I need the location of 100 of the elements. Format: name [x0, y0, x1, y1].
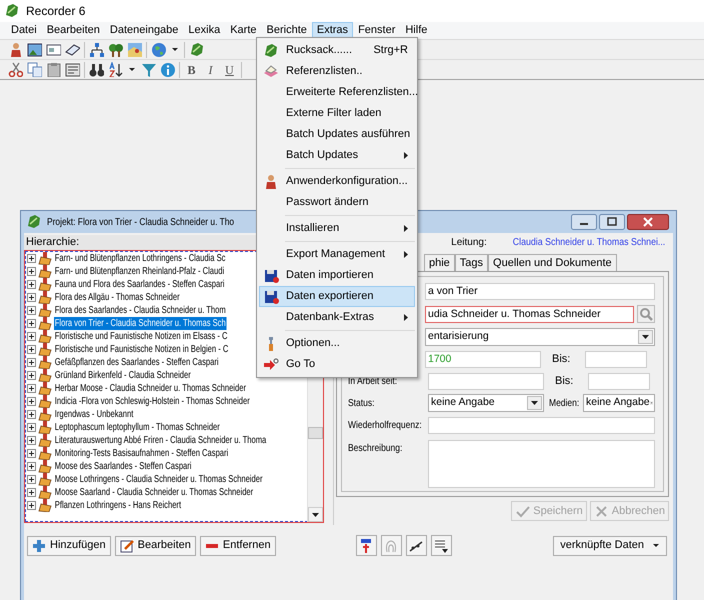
copy-icon[interactable]: [27, 62, 42, 77]
menu-item[interactable]: Batch Updates: [259, 145, 415, 166]
format-button[interactable]: I: [201, 60, 220, 80]
tree-item[interactable]: Monitoring-Tests Basisaufnahmen - Steffen Caspari: [54, 447, 229, 460]
menu-item[interactable]: Batch Updates ausführen: [259, 124, 415, 145]
tree-item[interactable]: Moose Lothringens - Claudia Schneider u. Thomas Schneider: [54, 473, 264, 486]
tree-item[interactable]: Fauna und Flora des Saarlandes - Steffen Caspari: [54, 278, 226, 291]
tree-item[interactable]: Moose des Saarlandes - Steffen Caspari: [54, 460, 192, 473]
filter-icon[interactable]: [141, 62, 156, 77]
expand-icon[interactable]: [27, 293, 36, 302]
action-button[interactable]: Entfernen: [200, 536, 276, 556]
scissors-icon[interactable]: [8, 62, 23, 77]
menu-item[interactable]: Hilfe: [400, 22, 432, 39]
expand-icon[interactable]: [27, 371, 36, 380]
expand-icon[interactable]: [27, 332, 36, 341]
clipboard-icon[interactable]: [46, 62, 61, 77]
info-icon[interactable]: [160, 62, 175, 77]
menu-item[interactable]: Externe Filter laden: [259, 103, 415, 124]
format-button[interactable]: B: [182, 60, 201, 80]
menu-item[interactable]: Lexika: [183, 22, 226, 39]
tree-item[interactable]: Gefäßpflanzen des Saarlandes - Steffen Caspari: [54, 356, 220, 369]
menu-item[interactable]: Karte: [225, 22, 262, 39]
dropdown[interactable]: entarisierung: [425, 328, 655, 346]
hierarchy-icon[interactable]: [89, 42, 104, 57]
form-icon[interactable]: [65, 62, 80, 77]
menu-item[interactable]: Dateneingabe: [104, 22, 184, 39]
linked-data-button[interactable]: verknüpfte Daten: [553, 536, 667, 556]
tree-item[interactable]: Floristische und Faunistische Notizen in Belgien - C: [54, 343, 230, 356]
person-icon[interactable]: [8, 42, 23, 57]
tree-item[interactable]: Indicia -Flora von Schleswig-Holstein - Thomas Schneider: [54, 395, 251, 408]
tree-item[interactable]: Flora von Trier - Claudia Schneider u. Thomas Sch: [54, 317, 226, 330]
tree-item[interactable]: Flora des Saarlandes - Claudia Schneider u. Thom: [54, 304, 226, 317]
tree-item[interactable]: Farn- und Blütenpflanzen Lothringens - Claudia Sc: [54, 252, 226, 265]
expand-icon[interactable]: [27, 436, 36, 445]
menu-item[interactable]: Daten exportieren: [259, 286, 415, 307]
leader-link[interactable]: Claudia Schneider u. Thomas Schnei...: [512, 234, 665, 250]
expand-icon[interactable]: [27, 254, 36, 263]
trees-icon[interactable]: [108, 42, 123, 57]
action-button[interactable]: Bearbeiten: [114, 536, 196, 556]
binoculars-icon[interactable]: [89, 62, 104, 77]
tree-item[interactable]: Moose Saarland - Claudia Schneider u. Thomas Schneider: [54, 486, 254, 499]
expand-icon[interactable]: [27, 345, 36, 354]
minimize-icon[interactable]: [571, 214, 597, 230]
scroll-thumb[interactable]: [308, 427, 323, 439]
scroll-down-icon[interactable]: [308, 507, 323, 522]
text-field[interactable]: [428, 416, 655, 434]
card-icon[interactable]: [46, 42, 61, 57]
expand-icon[interactable]: [27, 306, 36, 315]
tree-item[interactable]: Flora des Allgäu - Thomas Schneider: [54, 291, 180, 304]
dropdown[interactable]: keine Angabe: [583, 394, 655, 412]
expand-icon[interactable]: [27, 319, 36, 328]
tree-item[interactable]: Literaturauswertung Abbé Friren - Claudia Schneider u. Thoma: [54, 434, 268, 447]
globe-icon[interactable]: [151, 42, 166, 57]
format-button[interactable]: U: [220, 60, 239, 80]
action-button[interactable]: Hinzufügen: [27, 536, 111, 556]
book-icon[interactable]: [65, 42, 80, 57]
list-icon[interactable]: [433, 538, 450, 554]
expand-icon[interactable]: [27, 384, 36, 393]
menu-item[interactable]: Rucksack...... Strg+R: [259, 40, 415, 61]
dropdown[interactable]: keine Angabe: [428, 394, 544, 412]
menu-item[interactable]: Referenzlisten..: [259, 61, 415, 82]
expand-icon[interactable]: [27, 449, 36, 458]
expand-icon[interactable]: [27, 397, 36, 406]
tab[interactable]: Quellen und Dokumente: [488, 254, 617, 271]
menu-item[interactable]: Optionen...: [259, 333, 415, 354]
menu-item[interactable]: Erweiterte Referenzlisten...: [259, 82, 415, 103]
maximize-icon[interactable]: [599, 214, 625, 230]
expand-icon[interactable]: [27, 423, 36, 432]
tree-item[interactable]: Leptophascum leptophyllum - Thomas Schneider: [54, 421, 221, 434]
tree-item[interactable]: Farn- und Blütenpflanzen Rheinland-Pfalz - Claudi: [54, 265, 225, 278]
expand-icon[interactable]: [27, 462, 36, 471]
tree-item[interactable]: Floristische und Faunistische Notizen im Elsass - C: [54, 330, 228, 343]
expand-icon[interactable]: [27, 501, 36, 510]
text-field[interactable]: a von Trier: [425, 282, 655, 300]
menu-item[interactable]: Anwenderkonfiguration...: [259, 171, 415, 192]
text-field[interactable]: [588, 372, 650, 390]
expand-icon[interactable]: [27, 267, 36, 276]
expand-icon[interactable]: [27, 410, 36, 419]
tree-item[interactable]: Irgendwas - Unbekannt: [54, 408, 134, 421]
menu-item[interactable]: Datei: [6, 22, 42, 39]
expand-icon[interactable]: [27, 358, 36, 367]
text-field[interactable]: 1700: [425, 350, 541, 368]
tab[interactable]: Tags: [454, 254, 488, 271]
menu-item[interactable]: Bearbeiten: [42, 22, 105, 39]
expand-icon[interactable]: [27, 488, 36, 497]
menu-item[interactable]: Passwort ändern: [259, 192, 415, 213]
menu-item[interactable]: Go To: [259, 354, 415, 375]
text-field[interactable]: [585, 350, 647, 368]
picture-icon[interactable]: [27, 42, 42, 57]
leaf-icon[interactable]: [189, 42, 204, 57]
tree-item[interactable]: Herbar Moose - Claudia Schneider u. Thomas Schneider: [54, 382, 247, 395]
tree-item[interactable]: Pflanzen Lothringens - Hans Reichert: [54, 499, 182, 512]
expand-icon[interactable]: [27, 475, 36, 484]
tab[interactable]: phie: [424, 254, 455, 271]
sort-icon[interactable]: [108, 62, 123, 77]
tree-item[interactable]: Grünland Birkenfeld - Claudia Schneider: [54, 369, 192, 382]
map-icon[interactable]: [127, 42, 142, 57]
menu-item[interactable]: Daten importieren: [259, 265, 415, 286]
menu-item[interactable]: Berichte: [262, 22, 312, 39]
text-field[interactable]: udia Schneider u. Thomas Schneider: [425, 306, 634, 322]
